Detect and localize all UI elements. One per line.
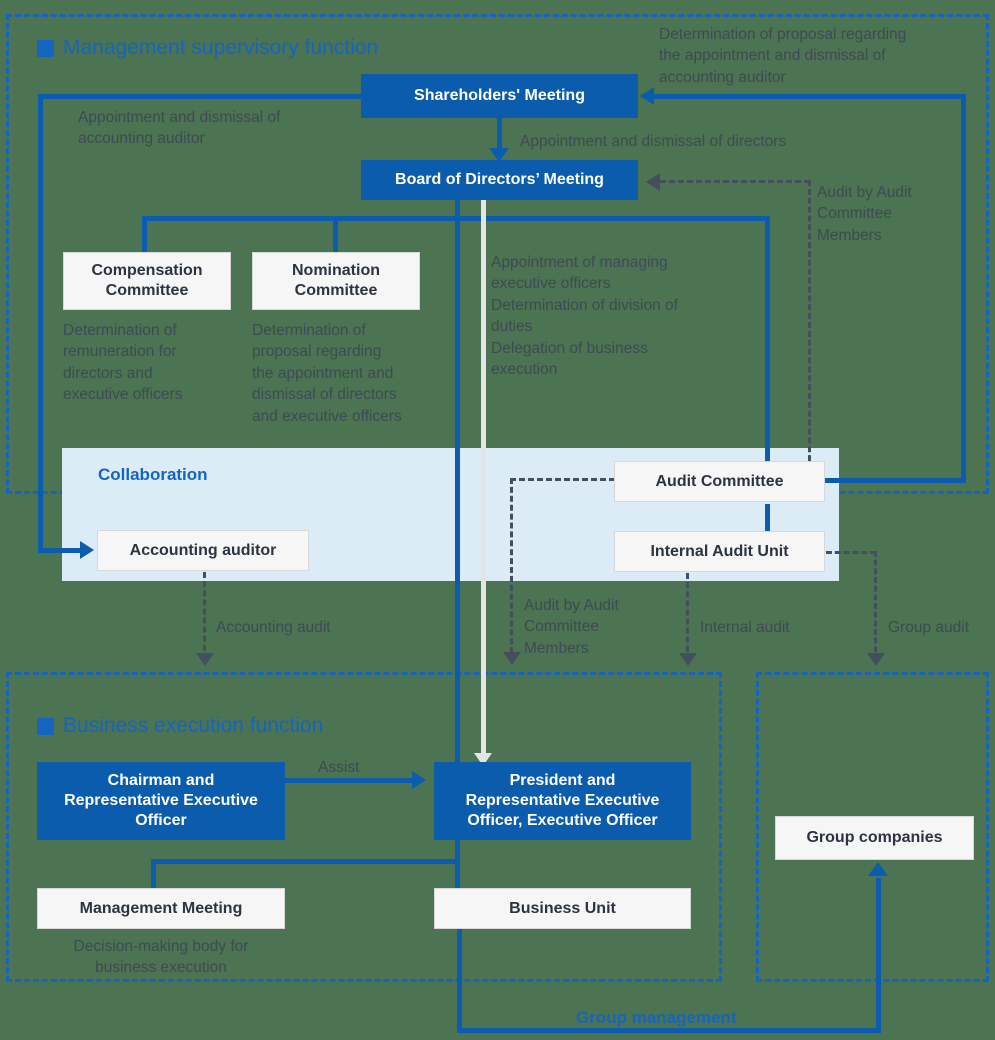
dotted-internal-audit-right: [826, 551, 876, 554]
connector-group-companies-up: [876, 878, 881, 1030]
box-chairman[interactable]: Chairman and Representative Executive Of…: [37, 762, 285, 840]
connector-to-compensation-committee: [142, 216, 147, 252]
connector-shareholders-to-board: [497, 118, 502, 152]
connector-board-left-vertical-down: [455, 200, 460, 766]
box-management-meeting[interactable]: Management Meeting: [37, 888, 285, 929]
connector-to-management-meeting: [151, 859, 156, 889]
connector-audit-committee-right: [824, 478, 966, 483]
box-audit-committee[interactable]: Audit Committee: [614, 461, 825, 502]
collaboration-label: Collaboration: [98, 465, 208, 484]
note-compensation-committee-role: Determination of remuneration for direct…: [63, 322, 183, 404]
connector-chairman-to-president: [285, 778, 417, 783]
box-shareholders-meeting[interactable]: Shareholders' Meeting: [361, 74, 638, 118]
note-audit-by-audit-committee-members-mid: Audit by Audit Committee Members: [524, 597, 619, 657]
connector-board-to-audit-committee: [765, 216, 770, 468]
box-accounting-auditor[interactable]: Accounting auditor: [97, 530, 309, 571]
arrow-dotted-to-board-of-directors: [646, 173, 660, 191]
arrow-internal-audit: [679, 653, 697, 666]
arrow-to-shareholders-meeting: [640, 87, 654, 105]
box-nomination-committee[interactable]: Nomination Committee: [252, 252, 420, 310]
dotted-audit-committee-left: [510, 478, 615, 481]
connector-audit-committee-to-internal-audit: [765, 504, 770, 534]
note-group-audit: Group audit: [888, 619, 969, 636]
connector-president-bus: [151, 859, 459, 864]
connector-to-nomination-committee: [333, 216, 338, 252]
connector-business-unit-down: [457, 929, 462, 1032]
connector-left-vertical: [38, 94, 43, 551]
note-accounting-audit: Accounting audit: [216, 619, 331, 636]
connector-to-business-unit: [455, 840, 460, 889]
box-internal-audit-unit[interactable]: Internal Audit Unit: [614, 531, 825, 572]
dotted-audit-committee-up: [808, 180, 811, 470]
note-appointment-dismissal-accounting-auditor: Appointment and dismissal of accounting …: [78, 109, 281, 148]
section-title-supervisory: Management supervisory function: [37, 36, 378, 60]
execution-title-square: [37, 717, 54, 735]
dotted-audit-committee-to-president: [510, 478, 513, 662]
box-board-of-directors-meeting[interactable]: Board of Directors’ Meeting: [361, 160, 638, 200]
arrow-to-accounting-auditor: [80, 541, 94, 559]
connector-group-management-bottom: [457, 1028, 881, 1033]
connector-right-vertical: [961, 94, 966, 482]
group-management-label: Group management: [576, 1008, 737, 1027]
dotted-internal-audit-down: [686, 573, 689, 661]
box-group-companies[interactable]: Group companies: [775, 816, 974, 860]
note-internal-audit: Internal audit: [700, 619, 790, 636]
arrow-accounting-audit: [196, 653, 214, 666]
note-appointment-dismissal-directors: Appointment and dismissal of directors: [520, 133, 787, 150]
connector-left-to-accounting-auditor: [38, 548, 86, 553]
box-compensation-committee[interactable]: Compensation Committee: [63, 252, 231, 310]
box-president[interactable]: President and Representative Executive O…: [434, 762, 691, 840]
dotted-accounting-auditor-down: [203, 572, 206, 660]
supervisory-title-square: [37, 39, 54, 57]
note-assist: Assist: [318, 759, 360, 776]
connector-right-to-shareholders: [654, 94, 964, 99]
note-board-delegation: Appointment of managing executive office…: [491, 254, 678, 378]
dotted-group-audit-down: [874, 551, 877, 661]
box-business-unit[interactable]: Business Unit: [434, 888, 691, 929]
dotted-audit-to-board: [660, 180, 810, 183]
note-management-meeting-role: Decision-making body for business execut…: [73, 938, 249, 977]
arrow-dotted-audit-to-president: [503, 652, 521, 665]
supervisory-title-text: Management supervisory function: [63, 36, 379, 59]
note-audit-by-audit-committee-members-top: Audit by Audit Committee Members: [817, 184, 912, 244]
governance-diagram: Collaboration Management supervisory fun…: [0, 0, 995, 1040]
arrow-to-group-companies: [868, 862, 888, 876]
connector-board-to-president-line: [481, 196, 486, 764]
connector-shareholders-to-left: [38, 94, 366, 99]
note-determination-proposal-accounting-auditor: Determination of proposal regarding the …: [659, 26, 907, 86]
execution-title-text: Business execution function: [63, 714, 324, 737]
section-title-execution: Business execution function: [37, 714, 323, 738]
arrow-group-audit: [867, 653, 885, 666]
note-nomination-committee-role: Determination of proposal regarding the …: [252, 322, 402, 425]
